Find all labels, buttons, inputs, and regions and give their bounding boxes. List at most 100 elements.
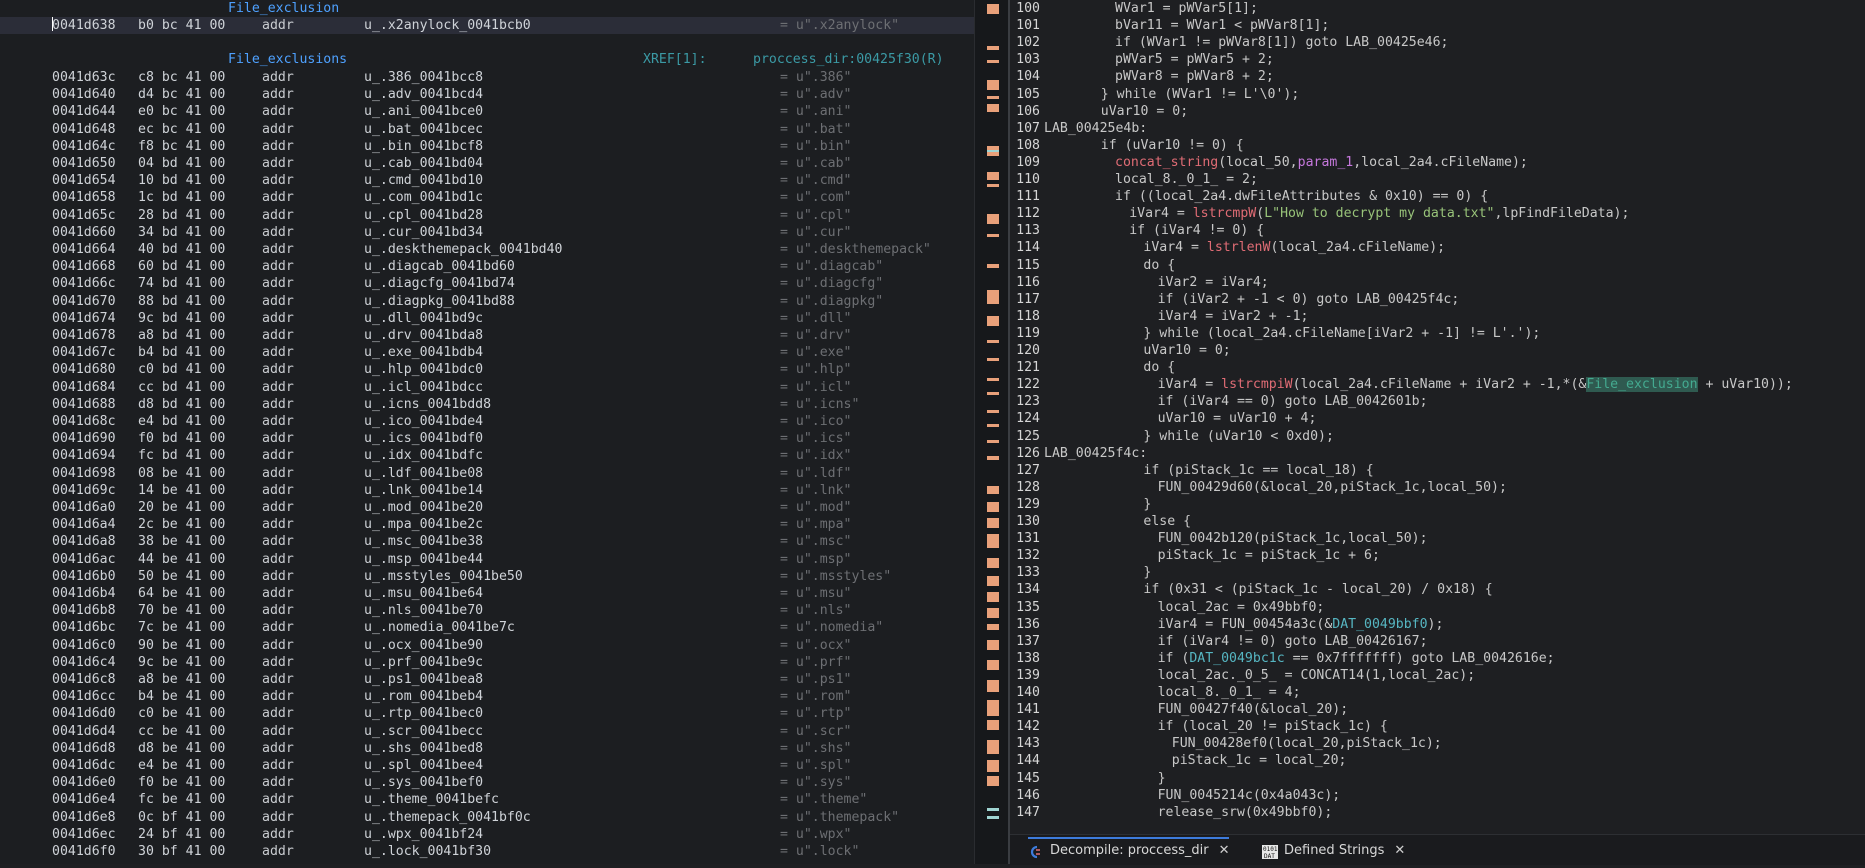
listing-row[interactable]: 0041d694 fc bd 41 00 addr u_.idx_0041bdfc = … bbox=[0, 447, 974, 464]
listing-row[interactable]: 0041d6ec 24 bf 41 00 addr u_.wpx_0041bf24 = … bbox=[0, 826, 974, 843]
row-operand[interactable]: u_.ani_0041bce0 bbox=[364, 103, 483, 120]
code-text[interactable]: do { bbox=[1143, 257, 1175, 274]
row-operand[interactable]: u_.deskthemepack_0041bd40 bbox=[364, 241, 563, 258]
decompile-line[interactable]: 140 local_8._0_1_ = 4; bbox=[1010, 684, 1865, 701]
row-mnemonic[interactable]: addr bbox=[262, 585, 294, 602]
decompile-line[interactable]: 102 if (WVar1 != pWVar8[1]) goto LAB_0042… bbox=[1010, 34, 1865, 51]
decompile-line[interactable]: 136 iVar4 = FUN_00454a3c(&DAT_0049bbf0); bbox=[1010, 616, 1865, 633]
row-address[interactable]: 0041d6b0 bbox=[52, 568, 116, 585]
row-mnemonic[interactable]: addr bbox=[262, 396, 294, 413]
row-mnemonic[interactable]: addr bbox=[262, 189, 294, 206]
row-mnemonic[interactable]: addr bbox=[262, 275, 294, 292]
row-mnemonic[interactable]: addr bbox=[262, 207, 294, 224]
row-mnemonic[interactable]: addr bbox=[262, 654, 294, 671]
row-operand[interactable]: u_.bin_0041bcf8 bbox=[364, 138, 483, 155]
row-operand[interactable]: u_.spl_0041bee4 bbox=[364, 757, 483, 774]
listing-row[interactable]: 0041d6d4 cc be 41 00 addr u_.scr_0041becc = … bbox=[0, 723, 974, 740]
listing-panel[interactable]: File_exclusion 0041d638 b0 bc 41 00 addr u_.… bbox=[0, 0, 974, 864]
row-address[interactable]: 0041d6e4 bbox=[52, 791, 116, 808]
row-address[interactable]: 0041d6a8 bbox=[52, 533, 116, 550]
listing-row[interactable]: 0041d6a0 20 be 41 00 addr u_.mod_0041be20 = … bbox=[0, 499, 974, 516]
row-address[interactable]: 0041d69c bbox=[52, 482, 116, 499]
code-text[interactable]: iVar4 = iVar2 + -1; bbox=[1158, 308, 1309, 325]
row-operand[interactable]: u_.diagpkg_0041bd88 bbox=[364, 293, 515, 310]
listing-row[interactable]: 0041d6dc e4 be 41 00 addr u_.spl_0041bee4 = … bbox=[0, 757, 974, 774]
code-text[interactable]: uVar10 = 0; bbox=[1101, 103, 1188, 120]
row-operand[interactable]: u_.icl_0041bdcc bbox=[364, 379, 483, 396]
decompile-line[interactable]: 118 iVar4 = iVar2 + -1; bbox=[1010, 308, 1865, 325]
row-mnemonic[interactable]: addr bbox=[262, 86, 294, 103]
row-mnemonic[interactable]: addr bbox=[262, 791, 294, 808]
row-operand[interactable]: u_.lnk_0041be14 bbox=[364, 482, 483, 499]
listing-row[interactable]: 0041d6c0 90 be 41 00 addr u_.ocx_0041be90 = … bbox=[0, 637, 974, 654]
code-text[interactable]: pWVar5 = pWVar5 + 2; bbox=[1115, 51, 1274, 68]
row-mnemonic[interactable]: addr bbox=[262, 757, 294, 774]
row-address[interactable]: 0041d698 bbox=[52, 465, 116, 482]
row-operand[interactable]: u_.icns_0041bdd8 bbox=[364, 396, 491, 413]
row-address[interactable]: 0041d678 bbox=[52, 327, 116, 344]
code-text[interactable]: } bbox=[1143, 496, 1151, 513]
decompile-line[interactable]: 114 iVar4 = lstrlenW(local_2a4.cFileName)… bbox=[1010, 239, 1865, 256]
row-address[interactable]: 0041d6a0 bbox=[52, 499, 116, 516]
row-mnemonic[interactable]: addr bbox=[262, 843, 294, 860]
listing-row[interactable]: 0041d6c8 a8 be 41 00 addr u_.ps1_0041bea8 = … bbox=[0, 671, 974, 688]
decompile-line[interactable]: 117 if (iVar2 + -1 < 0) goto LAB_00425f4c… bbox=[1010, 291, 1865, 308]
code-text[interactable]: pWVar8 = pWVar8 + 2; bbox=[1115, 68, 1274, 85]
listing-row[interactable]: 0041d6b8 70 be 41 00 addr u_.nls_0041be70 = … bbox=[0, 602, 974, 619]
decompile-line[interactable]: 135 local_2ac = 0x49bbf0; bbox=[1010, 599, 1865, 616]
row-mnemonic[interactable]: addr bbox=[262, 637, 294, 654]
data-label[interactable]: File_exclusions bbox=[228, 51, 347, 68]
decompile-line[interactable]: 105} while (WVar1 != L'\0'); bbox=[1010, 86, 1865, 103]
row-mnemonic[interactable]: addr bbox=[262, 516, 294, 533]
listing-row[interactable]: 0041d670 88 bd 41 00 addr u_.diagpkg_0041bd… bbox=[0, 293, 974, 310]
decompile-line[interactable]: 116 iVar2 = iVar4; bbox=[1010, 274, 1865, 291]
row-mnemonic[interactable]: addr bbox=[262, 499, 294, 516]
listing-row[interactable]: 0041d6b0 50 be 41 00 addr u_.msstyles_0041b… bbox=[0, 568, 974, 585]
decompile-line[interactable]: 122 iVar4 = lstrcmpiW(local_2a4.cFileName… bbox=[1010, 376, 1865, 393]
decompile-line[interactable]: 138 if (DAT_0049bc1c == 0x7fffffff) goto … bbox=[1010, 650, 1865, 667]
row-address[interactable]: 0041d644 bbox=[52, 103, 116, 120]
decompile-line[interactable]: 113 if (iVar4 != 0) { bbox=[1010, 222, 1865, 239]
code-text[interactable]: local_8._0_1_ = 2; bbox=[1115, 171, 1258, 188]
listing-row[interactable]: 0041d65c 28 bd 41 00 addr u_.cpl_0041bd28 = … bbox=[0, 207, 974, 224]
code-text[interactable]: iVar4 = lstrcmpiW(local_2a4.cFileName + … bbox=[1158, 376, 1793, 393]
listing-row[interactable]: 0041d6a8 38 be 41 00 addr u_.msc_0041be38 = … bbox=[0, 533, 974, 550]
code-text[interactable]: if (iVar2 + -1 < 0) goto LAB_00425f4c; bbox=[1158, 291, 1460, 308]
row-operand[interactable]: u_.mod_0041be20 bbox=[364, 499, 483, 516]
code-text[interactable]: if (uVar10 != 0) { bbox=[1101, 137, 1244, 154]
row-operand[interactable]: u_.rtp_0041bec0 bbox=[364, 705, 483, 722]
row-mnemonic[interactable]: addr bbox=[262, 551, 294, 568]
code-text[interactable]: if (local_20 != piStack_1c) { bbox=[1158, 718, 1388, 735]
xref-target[interactable]: proccess_dir:00425f30(R) bbox=[753, 51, 944, 68]
decompile-line[interactable]: 110 local_8._0_1_ = 2; bbox=[1010, 171, 1865, 188]
code-text[interactable]: local_2ac = 0x49bbf0; bbox=[1158, 599, 1325, 616]
decompile-line[interactable]: 130 else { bbox=[1010, 513, 1865, 530]
row-operand[interactable]: u_.adv_0041bcd4 bbox=[364, 86, 483, 103]
decompile-line[interactable]: 106 uVar10 = 0; bbox=[1010, 103, 1865, 120]
row-mnemonic[interactable]: addr bbox=[262, 740, 294, 757]
code-text[interactable]: LAB_00425f4c: bbox=[1044, 445, 1147, 462]
row-operand[interactable]: u_.x2anylock_0041bcb0 bbox=[364, 17, 531, 34]
decompile-line[interactable]: 141 FUN_00427f40(&local_20); bbox=[1010, 701, 1865, 718]
row-address[interactable]: 0041d6d8 bbox=[52, 740, 116, 757]
row-mnemonic[interactable]: addr bbox=[262, 671, 294, 688]
listing-row[interactable]: 0041d6e8 0c bf 41 00 addr u_.themepack_0041… bbox=[0, 809, 974, 826]
row-mnemonic[interactable]: addr bbox=[262, 172, 294, 189]
decompile-line[interactable]: 119} while (local_2a4.cFileName[iVar2 + … bbox=[1010, 325, 1865, 342]
code-text[interactable]: FUN_00427f40(&local_20); bbox=[1158, 701, 1349, 718]
row-mnemonic[interactable]: addr bbox=[262, 258, 294, 275]
row-mnemonic[interactable]: addr bbox=[262, 361, 294, 378]
row-operand[interactable]: u_.scr_0041becc bbox=[364, 723, 483, 740]
row-mnemonic[interactable]: addr bbox=[262, 293, 294, 310]
row-address[interactable]: 0041d65c bbox=[52, 207, 116, 224]
listing-row[interactable]: 0041d678 a8 bd 41 00 addr u_.drv_0041bda8 = … bbox=[0, 327, 974, 344]
row-mnemonic[interactable]: addr bbox=[262, 138, 294, 155]
row-address[interactable]: 0041d690 bbox=[52, 430, 116, 447]
code-text[interactable]: concat_string(local_50,param_1,local_2a4… bbox=[1115, 154, 1528, 171]
row-operand[interactable]: u_.shs_0041bed8 bbox=[364, 740, 483, 757]
listing-row[interactable]: 0041d658 1c bd 41 00 addr u_.com_0041bd1c = … bbox=[0, 189, 974, 206]
decompile-line[interactable]: 121 do { bbox=[1010, 359, 1865, 376]
row-operand[interactable]: u_.ldf_0041be08 bbox=[364, 465, 483, 482]
close-icon[interactable]: ✕ bbox=[1219, 843, 1230, 858]
row-operand[interactable]: u_.cur_0041bd34 bbox=[364, 224, 483, 241]
